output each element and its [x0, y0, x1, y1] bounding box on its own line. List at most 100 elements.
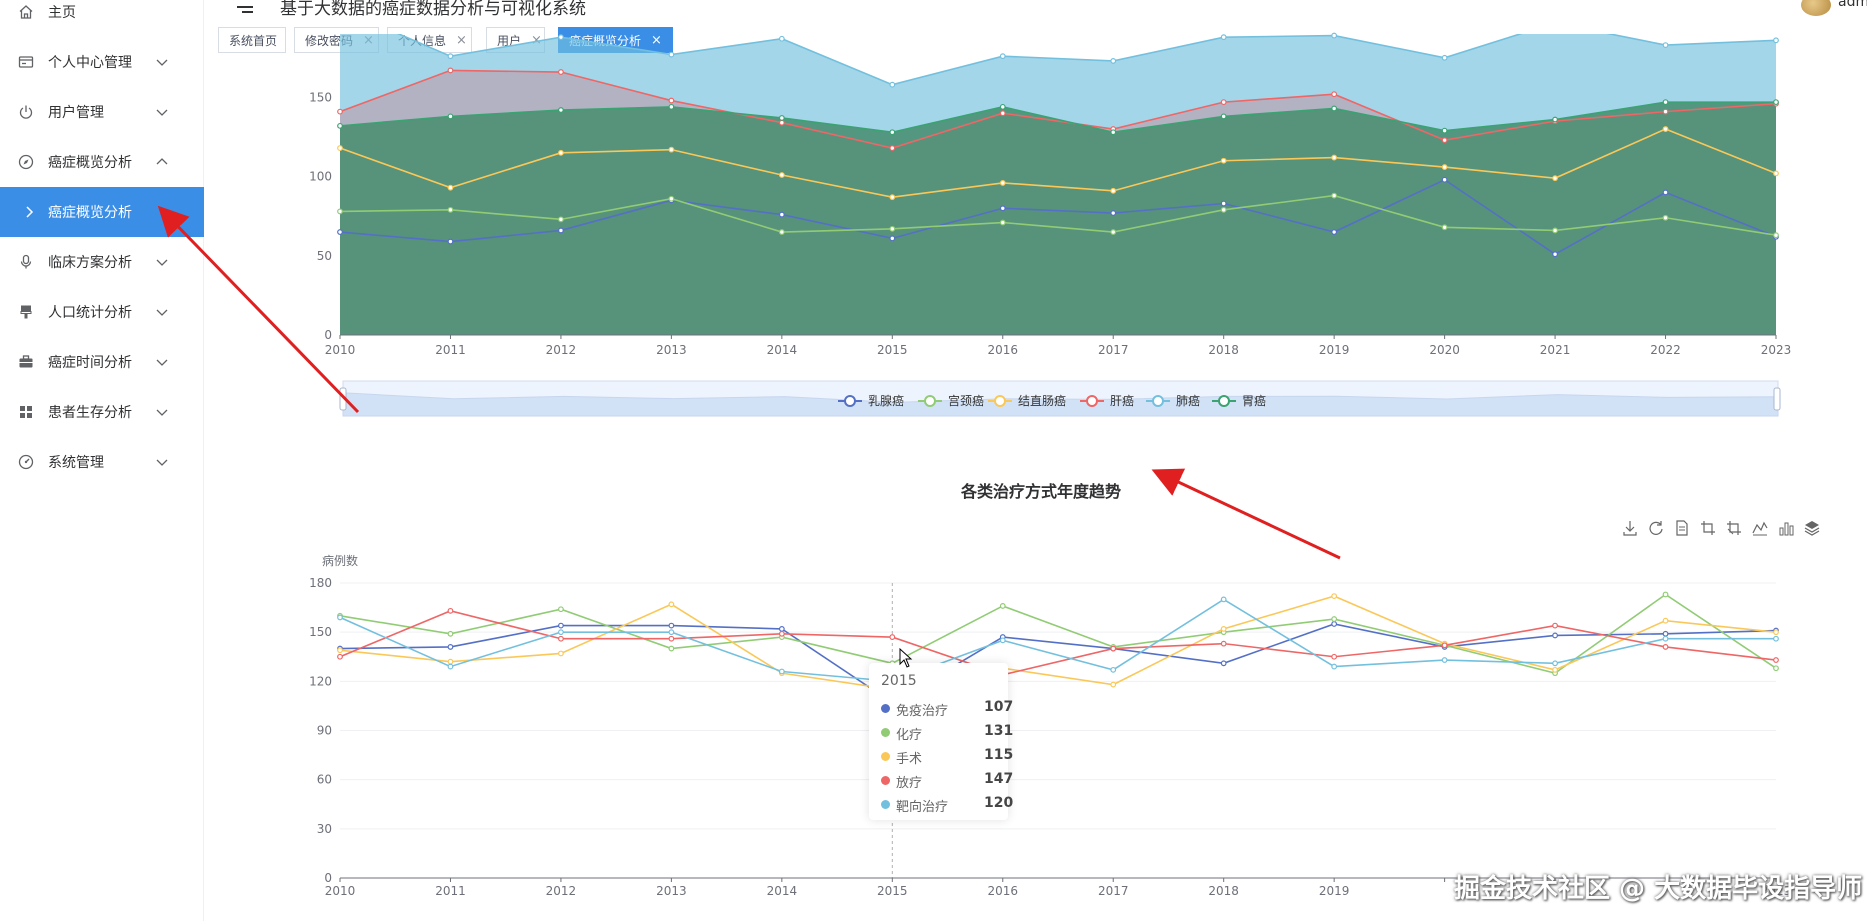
- x-tick-label: 2016: [987, 884, 1018, 898]
- tooltip-series-value: 131: [984, 723, 1014, 739]
- y-tick-label: 180: [309, 576, 332, 590]
- data-point[interactable]: [1331, 621, 1338, 627]
- x-tick-label: 2012: [546, 884, 577, 898]
- data-point[interactable]: [337, 614, 343, 621]
- tooltip-series-name: 放疗: [896, 776, 923, 791]
- zoom-reset-icon[interactable]: [1725, 519, 1743, 537]
- data-point[interactable]: [1110, 645, 1117, 652]
- data-point[interactable]: [668, 645, 675, 652]
- y-axis-label: 病例数: [322, 553, 358, 568]
- zoom-icon[interactable]: [1699, 519, 1717, 537]
- tooltip-row: 靶向治疗 120: [881, 793, 1013, 817]
- bar-chart-icon[interactable]: [1777, 519, 1795, 537]
- data-point[interactable]: [447, 630, 454, 637]
- data-point[interactable]: [447, 607, 454, 614]
- data-point[interactable]: [1441, 642, 1448, 649]
- x-tick-label: 2013: [656, 884, 687, 898]
- data-point[interactable]: [1773, 635, 1779, 642]
- data-point[interactable]: [1662, 635, 1669, 642]
- y-tick-label: 60: [317, 773, 332, 787]
- data-point[interactable]: [1331, 616, 1338, 622]
- data-point[interactable]: [1110, 666, 1117, 673]
- tooltip-series-value: 147: [984, 771, 1014, 787]
- tooltip-series-value: 115: [984, 747, 1014, 763]
- data-point[interactable]: [1662, 630, 1669, 637]
- chart-title: 各类治疗方式年度趋势: [961, 482, 1122, 501]
- data-point[interactable]: [1110, 681, 1117, 688]
- data-point[interactable]: [1773, 629, 1779, 636]
- legend-dot: [881, 776, 890, 785]
- legend-dot: [881, 704, 890, 713]
- line-series-免疫治疗: [339, 623, 1777, 704]
- data-point[interactable]: [1662, 644, 1669, 650]
- data-point[interactable]: [668, 635, 675, 642]
- legend-dot: [881, 800, 890, 809]
- x-tick-label: 2017: [1098, 884, 1129, 898]
- data-point[interactable]: [447, 644, 454, 650]
- annotation-arrow: [1151, 468, 1341, 560]
- data-point[interactable]: [1331, 663, 1338, 670]
- data-point[interactable]: [778, 630, 785, 637]
- x-tick-label: 2019: [1319, 884, 1350, 898]
- data-point[interactable]: [778, 668, 785, 675]
- data-point[interactable]: [558, 622, 564, 629]
- mouse-cursor-icon: [899, 647, 913, 668]
- data-point[interactable]: [1773, 657, 1779, 663]
- data-point[interactable]: [1552, 660, 1558, 667]
- data-point[interactable]: [1441, 657, 1448, 663]
- tooltip-series-name: 靶向治疗: [896, 800, 949, 815]
- data-point[interactable]: [1552, 622, 1558, 629]
- tooltip-row: 免疫治疗 107: [881, 697, 1013, 721]
- data-point[interactable]: [1220, 660, 1227, 667]
- y-tick-label: 120: [309, 674, 332, 688]
- data-point[interactable]: [999, 603, 1006, 609]
- data-point[interactable]: [337, 653, 343, 660]
- data-point[interactable]: [558, 635, 564, 642]
- data-point[interactable]: [668, 622, 675, 629]
- y-tick-label: 90: [317, 724, 332, 738]
- data-view-icon[interactable]: [1673, 519, 1691, 537]
- tooltip-row: 手术 115: [881, 745, 1013, 769]
- tooltip-series-value: 107: [984, 699, 1014, 715]
- x-tick-label: 2014: [767, 884, 798, 898]
- data-point[interactable]: [1773, 665, 1779, 672]
- watermark: 掘金技术社区 @ 大数据毕设指导师: [1454, 874, 1863, 904]
- data-point[interactable]: [778, 625, 785, 632]
- data-point[interactable]: [558, 606, 564, 613]
- chart-tooltip: 2015 免疫治疗 107 化疗 131 手术 115 放疗 147 靶向治疗 …: [869, 663, 1013, 820]
- line-chart-icon[interactable]: [1751, 519, 1769, 537]
- y-tick-label: 150: [309, 625, 332, 639]
- data-point[interactable]: [889, 634, 896, 640]
- download-icon[interactable]: [1621, 519, 1639, 537]
- refresh-icon[interactable]: [1647, 519, 1665, 537]
- data-point[interactable]: [1331, 593, 1338, 600]
- x-tick-label: 2018: [1208, 884, 1239, 898]
- data-point[interactable]: [1220, 640, 1227, 647]
- legend-dot: [881, 752, 890, 761]
- data-point[interactable]: [447, 663, 454, 670]
- data-point[interactable]: [1552, 666, 1558, 673]
- stack-icon[interactable]: [1803, 519, 1821, 537]
- y-tick-label: 30: [317, 822, 332, 836]
- data-point[interactable]: [558, 650, 564, 657]
- x-tick-label: 2011: [435, 884, 466, 898]
- data-point[interactable]: [999, 637, 1006, 644]
- tooltip-series-name: 化疗: [896, 728, 923, 743]
- data-point[interactable]: [447, 658, 454, 665]
- x-tick-label: 2015: [877, 884, 908, 898]
- data-point[interactable]: [668, 629, 675, 636]
- data-point[interactable]: [1662, 617, 1669, 624]
- data-point[interactable]: [1220, 596, 1227, 603]
- data-point[interactable]: [337, 647, 343, 654]
- data-point[interactable]: [1331, 653, 1338, 660]
- data-point[interactable]: [558, 629, 564, 636]
- annotation-arrow: [157, 205, 360, 414]
- tooltip-row: 化疗 131: [881, 721, 1013, 745]
- x-tick-label: 2010: [325, 884, 356, 898]
- tooltip-series-value: 120: [984, 795, 1014, 811]
- data-point[interactable]: [1220, 625, 1227, 632]
- data-point[interactable]: [668, 601, 675, 608]
- legend-dot: [881, 728, 890, 737]
- data-point[interactable]: [1552, 632, 1558, 639]
- data-point[interactable]: [1662, 591, 1669, 598]
